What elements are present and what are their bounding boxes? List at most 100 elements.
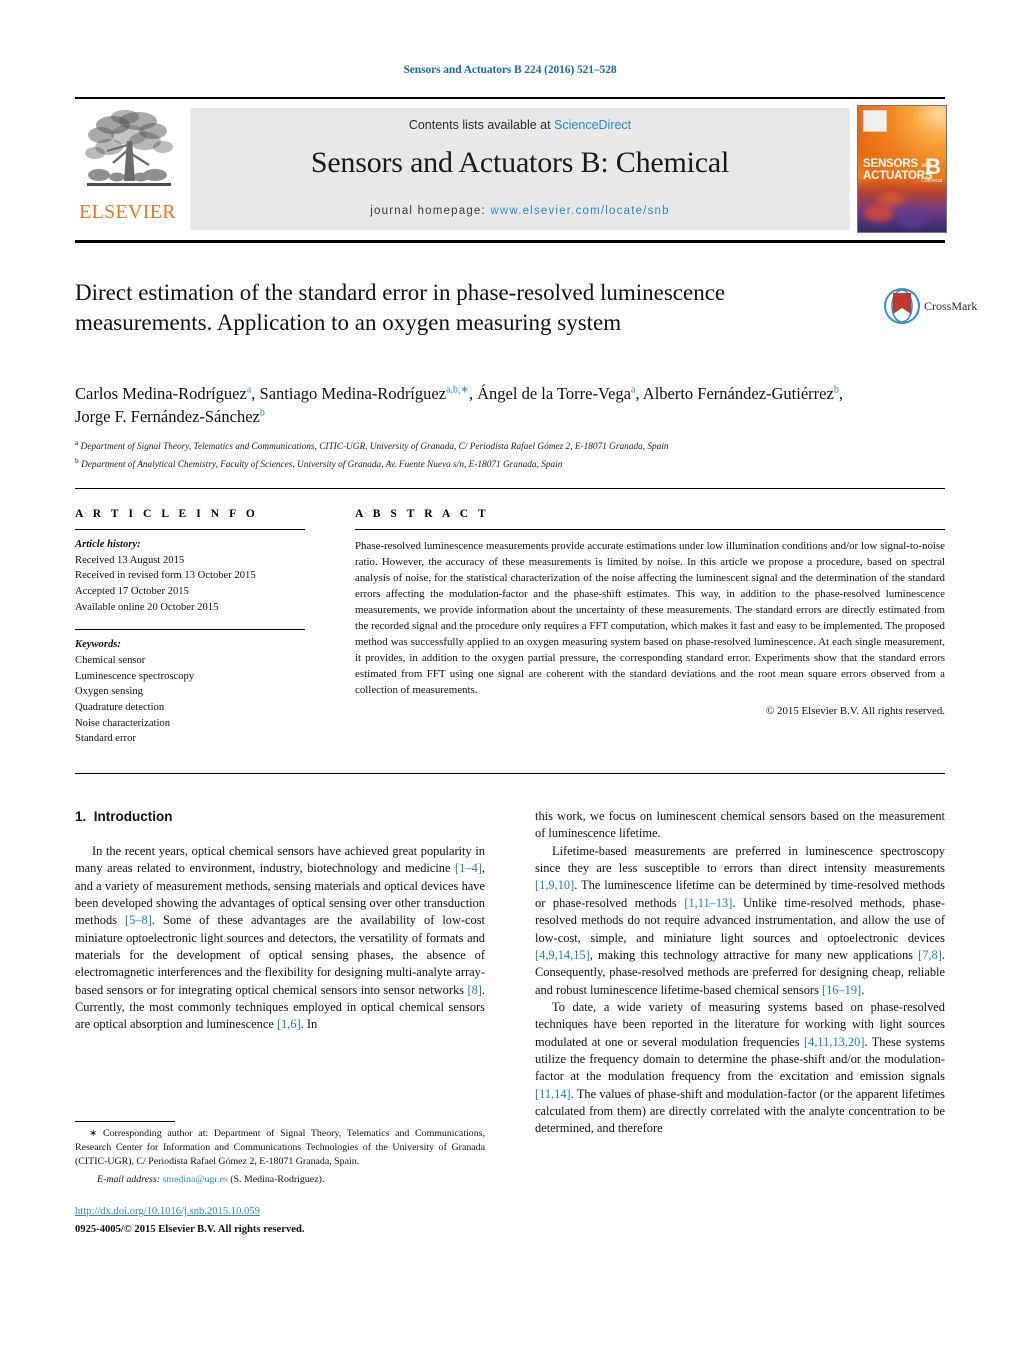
history-item: Received in revised form 13 October 2015 [75,570,256,582]
citation-ref[interactable]: [1,9,10] [535,878,574,892]
crossmark-icon [884,288,920,324]
citation-ref[interactable]: [5–8] [125,913,152,927]
sciencedirect-link[interactable]: ScienceDirect [554,118,631,132]
section-heading: 1. Introduction [75,808,485,827]
author-mark: a [246,384,252,396]
author-name: Jorge F. Fernández-Sánchez [75,407,260,427]
email-address-label: E-mail address: [97,1174,160,1186]
running-head: Sensors and Actuators B 224 (2016) 521–5… [403,64,617,76]
infoabstract-top-rule [75,488,945,489]
abstract-heading: A B S T R A C T [355,508,490,520]
article-info-heading: A R T I C L E I N F O [75,508,259,520]
homepage-label: journal homepage: [370,205,491,217]
cover-blob-2 [896,208,930,228]
cover-series-sub: Chemical [921,178,942,184]
keyword-item: Oxygen sensing [75,686,143,698]
article-history-label: Article history: [75,539,141,550]
footnote-rule [75,1121,175,1122]
keywords-label: Keywords: [75,639,121,651]
paragraph: In the recent years, optical chemical se… [75,843,485,1032]
masthead-bottom-rule [75,240,945,243]
affiliation-item: a Department of Signal Theory, Telematic… [75,437,905,455]
body-column-right: this work, we focus on luminescent chemi… [535,808,945,1138]
journal-cover-thumbnail: SENSORS and ACTUATORS B Chemical [857,105,947,233]
affiliation-mark: b [75,455,79,465]
infoabstract-bottom-rule [75,773,945,774]
author-list: Carlos Medina-Rodrígueza, Santiago Medin… [75,384,843,427]
footnote-email-line: E-mail address: smedina@ugr.es (S. Medin… [75,1173,485,1187]
affiliation-item: b Department of Analytical Chemistry, Fa… [75,455,905,473]
paragraph: Lifetime-based measurements are preferre… [535,843,945,997]
history-item: Available online 20 October 2015 [75,601,219,613]
abstract-copyright: © 2015 Elsevier B.V. All rights reserved… [766,705,945,718]
affiliation-text: Department of Analytical Chemistry, Facu… [81,459,563,470]
affiliation-text: Department of Signal Theory, Telematics … [80,442,669,453]
citation-ref[interactable]: [16–19] [822,983,861,997]
journal-homepage-line: journal homepage: www.elsevier.com/locat… [190,205,850,217]
contents-line: Contents lists available at ScienceDirec… [190,118,850,132]
paragraph: this work, we focus on luminescent chemi… [535,809,945,841]
paragraph: To date, a wide variety of measuring sys… [535,999,945,1136]
cover-blob-3 [878,192,904,206]
abstract-text: Phase-resolved luminescence measurements… [355,540,945,697]
keyword-item: Noise characterization [75,717,170,729]
body-column-left: 1. Introduction In the recent years, opt… [75,808,485,1034]
article-info-block: A R T I C L E I N F O Article history: R… [75,508,330,747]
masthead-top-rule [75,97,945,99]
contents-prefix: Contents lists available at [408,118,555,132]
abstract-block: A B S T R A C T Phase-resolved luminesce… [355,508,945,717]
journal-title: Sensors and Actuators B: Chemical [310,146,730,179]
author-name: Carlos Medina-Rodríguez [75,384,247,403]
citation-ref[interactable]: [1–4] [455,861,482,875]
keyword-item: Luminescence spectroscopy [75,670,195,682]
author-mark: a,b,∗ [446,384,469,396]
abstract-rule [355,529,945,530]
keyword-item: Chemical sensor [75,655,146,667]
citation-ref[interactable]: [7,8] [918,948,942,962]
elsevier-logo: ELSEVIER [75,105,180,235]
author-mark: b [259,407,265,419]
citation-ref[interactable]: [1,6] [277,1017,301,1031]
email-suffix: (S. Medina-Rodríguez). [230,1174,325,1186]
corresponding-author-footnote: ∗ Corresponding author at: Department of… [75,1127,485,1187]
keywords-rule [75,629,305,631]
article-history: Article history: Received 13 August 2015… [75,537,330,615]
section-number: 1. [75,809,87,824]
crossmark-label: CrossMark [924,299,978,313]
email-link[interactable]: smedina@ugr.es [162,1174,227,1185]
author-name: Alberto Fernández-Gutiérrez [642,384,834,403]
journal-banner: Contents lists available at ScienceDirec… [190,108,850,230]
history-item: Received 13 August 2015 [75,554,185,566]
keyword-item: Standard error [75,733,136,745]
masthead: ELSEVIER Contents lists available at Sci… [75,103,947,235]
citation-ref[interactable]: [11,14] [535,1087,571,1101]
citation-ref[interactable]: [4,11,13,20] [804,1035,864,1049]
citation-ref[interactable]: [8] [467,983,481,997]
page-title: Direct estimation of the standard error … [75,280,726,336]
article-info-rule [75,529,305,530]
keyword-item: Quadrature detection [75,702,165,714]
citation-ref[interactable]: [1,11–13] [684,896,732,910]
author-name: Ángel de la Torre-Vega [477,384,631,403]
author-mark: b [833,384,839,396]
affiliation-list: a Department of Signal Theory, Telematic… [75,437,905,472]
footnote-text: ∗ Corresponding author at: Department of… [75,1128,485,1168]
cover-blob-1 [864,204,894,222]
cover-elsevier-mark [863,110,887,132]
issn-copyright-line: 0925-4005/© 2015 Elsevier B.V. All right… [75,1224,305,1235]
elsevier-wordmark: ELSEVIER [79,201,176,223]
history-item: Accepted 17 October 2015 [75,586,189,598]
doi-link[interactable]: http://dx.doi.org/10.1016/j.snb.2015.10.… [75,1206,505,1217]
affiliation-mark: a [75,438,79,447]
elsevier-tree-icon [85,110,173,186]
author-name: Santiago Medina-Rodríguez [259,384,447,403]
homepage-url[interactable]: www.elsevier.com/locate/snb [490,205,669,217]
paper-page: Sensors and Actuators B 224 (2016) 521–5… [0,0,1020,1351]
crossmark-badge[interactable]: CrossMark [884,288,977,328]
author-mark: a [630,384,636,396]
citation-ref[interactable]: [4,9,14,15] [535,948,590,962]
cover-series-letter: B [925,154,941,179]
cover-line1: SENSORS [863,158,918,170]
keywords-block: Keywords: Chemical sensor Luminescence s… [75,637,330,747]
section-title: Introduction [93,809,173,824]
